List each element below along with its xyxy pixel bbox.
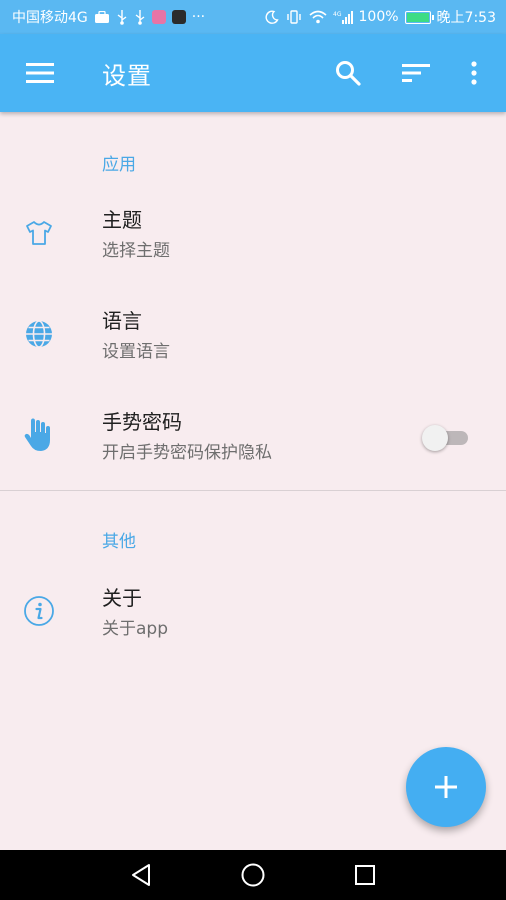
more-options-button[interactable] bbox=[456, 56, 492, 90]
menu-button[interactable] bbox=[22, 58, 58, 88]
sort-icon bbox=[402, 64, 430, 82]
status-bar-right: 4G 100% 晚上7:53 bbox=[265, 7, 496, 27]
setting-subtitle-theme: 选择主题 bbox=[102, 241, 170, 261]
status-bar: 中国移动4G ··· 4G 100% 晚上7:53 bbox=[0, 0, 506, 34]
search-icon bbox=[336, 61, 361, 86]
system-nav-bar bbox=[0, 850, 506, 900]
info-icon bbox=[22, 594, 56, 628]
gesture-password-toggle[interactable] bbox=[422, 424, 470, 451]
setting-title-gesture-password: 手势密码 bbox=[102, 410, 182, 434]
section-divider bbox=[0, 490, 506, 491]
recents-button[interactable] bbox=[350, 862, 380, 888]
app-notification-icon bbox=[151, 10, 166, 24]
menu-icon bbox=[26, 63, 54, 83]
sort-button[interactable] bbox=[398, 56, 434, 90]
section-header-apps: 应用 bbox=[102, 155, 136, 175]
usb-icon bbox=[116, 9, 128, 25]
add-fab-button[interactable] bbox=[406, 747, 486, 827]
status-bar-left: 中国移动4G ··· bbox=[12, 7, 205, 27]
setting-title-about: 关于 bbox=[102, 586, 142, 610]
battery-icon bbox=[404, 10, 434, 24]
search-button[interactable] bbox=[330, 56, 366, 90]
section-header-other: 其他 bbox=[102, 532, 136, 552]
wifi-icon bbox=[308, 10, 327, 24]
carrier-label: 中国移动4G bbox=[12, 10, 88, 26]
settings-list: 应用 主题 选择主题 语言 设置语言 手势密码 开启手势密码保护隐私 其他 关于… bbox=[0, 112, 506, 850]
home-circle-icon bbox=[241, 863, 265, 887]
battery-percent: 100% bbox=[358, 9, 399, 25]
tshirt-icon bbox=[22, 216, 56, 250]
more-notifications-icon: ··· bbox=[191, 9, 206, 25]
setting-item-gesture-password[interactable]: 手势密码 开启手势密码保护隐私 bbox=[0, 388, 506, 488]
setting-subtitle-about: 关于app bbox=[102, 619, 168, 639]
signal-icon: 4G bbox=[333, 10, 353, 24]
setting-subtitle-language: 设置语言 bbox=[102, 342, 170, 362]
add-icon bbox=[435, 776, 457, 798]
setting-item-theme[interactable]: 主题 选择主题 bbox=[0, 186, 506, 286]
back-button[interactable] bbox=[126, 862, 156, 888]
toggle-thumb bbox=[422, 425, 448, 451]
globe-icon bbox=[22, 317, 56, 351]
battery-fill bbox=[406, 12, 429, 22]
back-triangle-icon bbox=[132, 864, 150, 886]
home-button[interactable] bbox=[238, 862, 268, 888]
tiktok-icon bbox=[171, 10, 186, 24]
hand-icon bbox=[22, 418, 56, 452]
briefcase-icon bbox=[94, 10, 110, 24]
moon-icon bbox=[265, 10, 279, 24]
svg-text:4G: 4G bbox=[333, 11, 342, 18]
setting-title-language: 语言 bbox=[102, 309, 142, 333]
setting-title-theme: 主题 bbox=[102, 208, 142, 232]
recents-square-icon bbox=[355, 865, 375, 885]
vibrate-icon bbox=[285, 10, 303, 24]
page-title: 设置 bbox=[102, 62, 152, 90]
usb-debug-icon bbox=[134, 9, 146, 25]
clock: 晚上7:53 bbox=[436, 10, 496, 26]
setting-item-about[interactable]: 关于 关于app bbox=[0, 564, 506, 664]
more-vert-icon bbox=[471, 61, 477, 85]
setting-subtitle-gesture-password: 开启手势密码保护隐私 bbox=[102, 443, 272, 463]
setting-item-language[interactable]: 语言 设置语言 bbox=[0, 287, 506, 387]
app-bar: 设置 bbox=[0, 34, 506, 112]
